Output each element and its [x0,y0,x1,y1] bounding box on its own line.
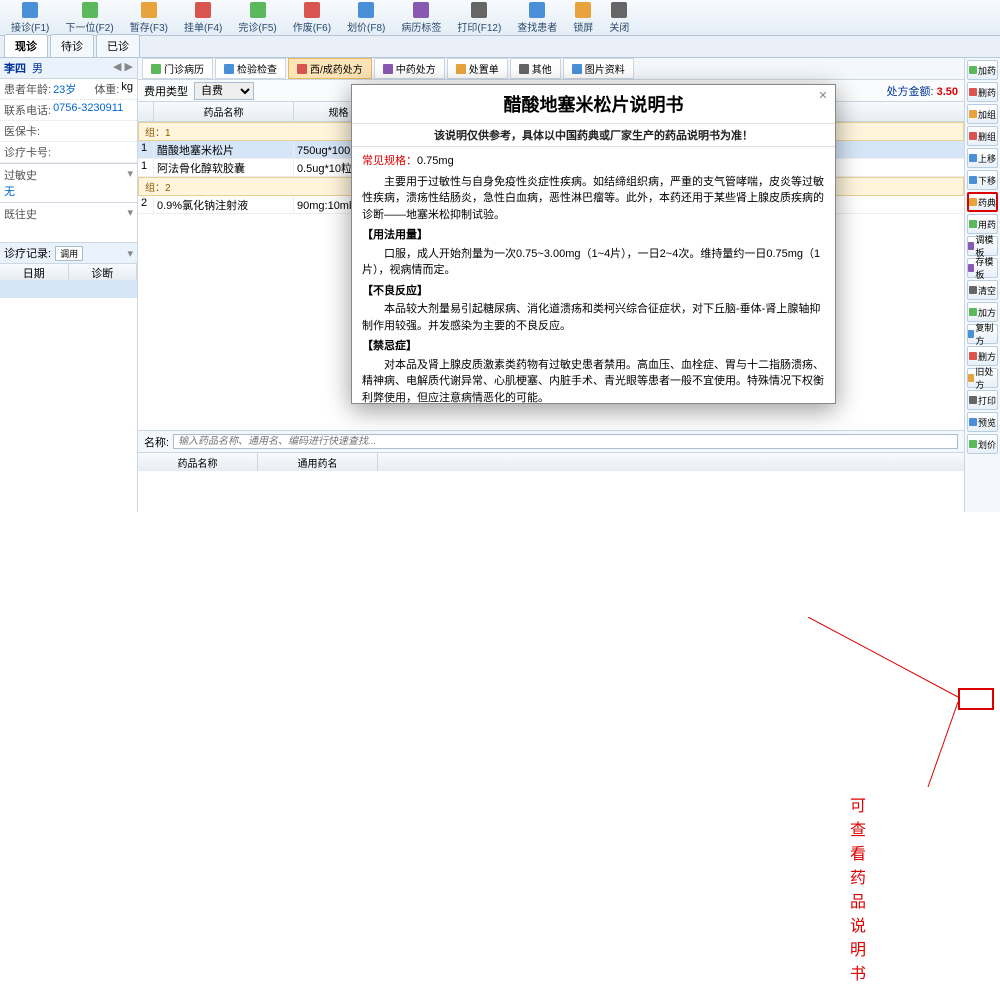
action-用药[interactable]: 用药 [967,214,998,234]
action-加组[interactable]: 加组 [967,104,998,124]
tab-待诊[interactable]: 待诊 [50,34,94,57]
action-调模板[interactable]: 调模板 [967,236,998,256]
toolbar-作废(F6)[interactable]: 作废(F6) [286,0,338,37]
action-删药[interactable]: 删药 [967,82,998,102]
section-contra: 【禁忌症】 [362,338,825,355]
action-sidebar: 加药删药加组删组上移下移药典用药调模板存模板清空加方复制方删方旧处方打印预览划价 [964,58,1000,512]
subtab-处置单[interactable]: 处置单 [447,58,508,79]
toolbar-暂存(F3)[interactable]: 暂存(F3) [123,0,175,37]
action-划价[interactable]: 划价 [967,434,998,454]
patient-sex: 男 [32,60,43,76]
allergy-value: 无 [4,183,133,199]
dept-label: 诊疗卡号: [4,144,51,160]
diag-row[interactable] [0,280,137,298]
result-grid: 药品名称通用药名 [138,452,964,512]
col-date: 日期 [0,264,69,280]
action-清空[interactable]: 清空 [967,280,998,300]
amount-value: 3.50 [937,86,958,98]
toolbar-查找患者[interactable]: 查找患者 [510,0,564,37]
action-删组[interactable]: 删组 [967,126,998,146]
tel-value: 0756-3230911 [53,102,123,118]
subtab-中药处方[interactable]: 中药处方 [374,58,445,79]
amount-label: 处方金额: [886,86,933,98]
weight-label: 体重: [94,81,119,97]
subtab-图片资料[interactable]: 图片资料 [563,58,634,79]
patient-header: 李四 男 ◀ ▶ [0,58,137,79]
adverse-text: 本品较大剂量易引起糖尿病、消化道溃疡和类柯兴综合征症状，对下丘脑-垂体-肾上腺轴… [362,301,825,334]
action-删方[interactable]: 删方 [967,346,998,366]
tab-已诊[interactable]: 已诊 [96,34,140,57]
toolbar-划价(F8)[interactable]: 划价(F8) [340,0,392,37]
fee-type-select[interactable]: 自费 [194,82,254,100]
spec-label: 常见规格： [362,155,417,167]
record-tabs: 门诊病历检验检查西/成药处方中药处方处置单其他图片资料 [138,58,964,80]
weight-unit: kg [121,81,133,97]
tel-label: 联系电话: [4,102,51,118]
manual-title: 醋酸地塞米松片说明书 [352,85,835,124]
toolbar-完诊(F5)[interactable]: 完诊(F5) [231,0,283,37]
section-adverse: 【不良反应】 [362,283,825,300]
col-药品名称: 药品名称 [154,102,294,121]
action-药典[interactable]: 药典 [967,192,998,212]
toolbar-挂单(F4)[interactable]: 挂单(F4) [177,0,229,37]
diag-rec-label: 诊疗记录: [4,245,51,261]
patient-panel: 李四 男 ◀ ▶ 患者年龄:23岁 体重:kg 联系电话:0756-3230911… [0,58,138,512]
usage-text: 口服，成人开始剂量为一次0.75~3.00mg（1~4片），一日2~4次。维持量… [362,246,825,279]
expand-icon[interactable]: ▾ [127,206,133,219]
toolbar-关闭[interactable]: 关闭 [602,0,636,37]
manual-body: 常见规格：0.75mg 主要用于过敏性与自身免疫性炎症性疾病。如结缔组织病，严重… [352,147,835,403]
allergy-label: 过敏史 [4,170,37,182]
spec-value: 0.75mg [417,155,454,167]
action-存模板[interactable]: 存模板 [967,258,998,278]
action-旧处方[interactable]: 旧处方 [967,368,998,388]
col-diag: 诊断 [69,264,138,280]
name-label: 名称: [144,434,169,450]
age-label: 患者年龄: [4,81,51,97]
annotation-arrow [808,617,968,787]
expand-icon[interactable]: ▾ [127,167,133,180]
annotation-box [958,688,994,710]
close-icon[interactable]: ✕ [815,89,831,105]
action-上移[interactable]: 上移 [967,148,998,168]
drug-manual-dialog: ✕ 醋酸地塞米松片说明书 该说明仅供参考，具体以中国药典或厂家生产的药品说明书为… [351,84,836,404]
toolbar-锁屏[interactable]: 锁屏 [566,0,600,37]
view-tabs: 现诊待诊已诊 [0,36,1000,58]
patient-name: 李四 [4,60,26,76]
subtab-西/成药处方[interactable]: 西/成药处方 [288,58,372,79]
search-bar: 名称: [138,430,964,452]
intro-text: 主要用于过敏性与自身免疫性炎症性疾病。如结缔组织病，严重的支气管哮喘，皮炎等过敏… [362,174,825,224]
toolbar-接诊(F1)[interactable]: 接诊(F1) [4,0,56,37]
col-generic-name: 通用药名 [258,453,378,471]
subtab-门诊病历[interactable]: 门诊病历 [142,58,213,79]
drug-search-input[interactable] [173,434,958,449]
diag-grid: 日期诊断 [0,263,137,298]
col-idx [138,102,154,121]
pager-icon[interactable]: ◀ ▶ [113,60,133,76]
age-value: 23岁 [53,81,76,97]
toolbar-病历标签[interactable]: 病历标签 [394,0,448,37]
subtab-检验检查[interactable]: 检验检查 [215,58,286,79]
subtab-其他[interactable]: 其他 [510,58,561,79]
action-下移[interactable]: 下移 [967,170,998,190]
toolbar-下一位(F2)[interactable]: 下一位(F2) [58,0,120,37]
fee-type-label: 费用类型 [144,83,188,99]
invoke-button[interactable]: 调用 [55,246,83,261]
main-toolbar: 接诊(F1)下一位(F2)暂存(F3)挂单(F4)完诊(F5)作废(F6)划价(… [0,0,1000,36]
past-label: 既往史 [4,209,37,221]
manual-subtitle: 该说明仅供参考，具体以中国药典或厂家生产的药品说明书为准！ [352,124,835,147]
tab-现诊[interactable]: 现诊 [4,34,48,57]
contra-text: 对本品及肾上腺皮质激素类药物有过敏史患者禁用。高血压、血栓症、胃与十二指肠溃疡、… [362,357,825,404]
action-加药[interactable]: 加药 [967,60,998,80]
annotation-text: 可查看药品说明书 [850,792,866,984]
section-usage: 【用法用量】 [362,227,825,244]
action-复制方[interactable]: 复制方 [967,324,998,344]
col-drug-name: 药品名称 [138,453,258,471]
action-打印[interactable]: 打印 [967,390,998,410]
card-label: 医保卡: [4,123,40,139]
toolbar-打印(F12)[interactable]: 打印(F12) [450,0,508,37]
action-加方[interactable]: 加方 [967,302,998,322]
action-预览[interactable]: 预览 [967,412,998,432]
expand-icon[interactable]: ▾ [127,247,133,260]
